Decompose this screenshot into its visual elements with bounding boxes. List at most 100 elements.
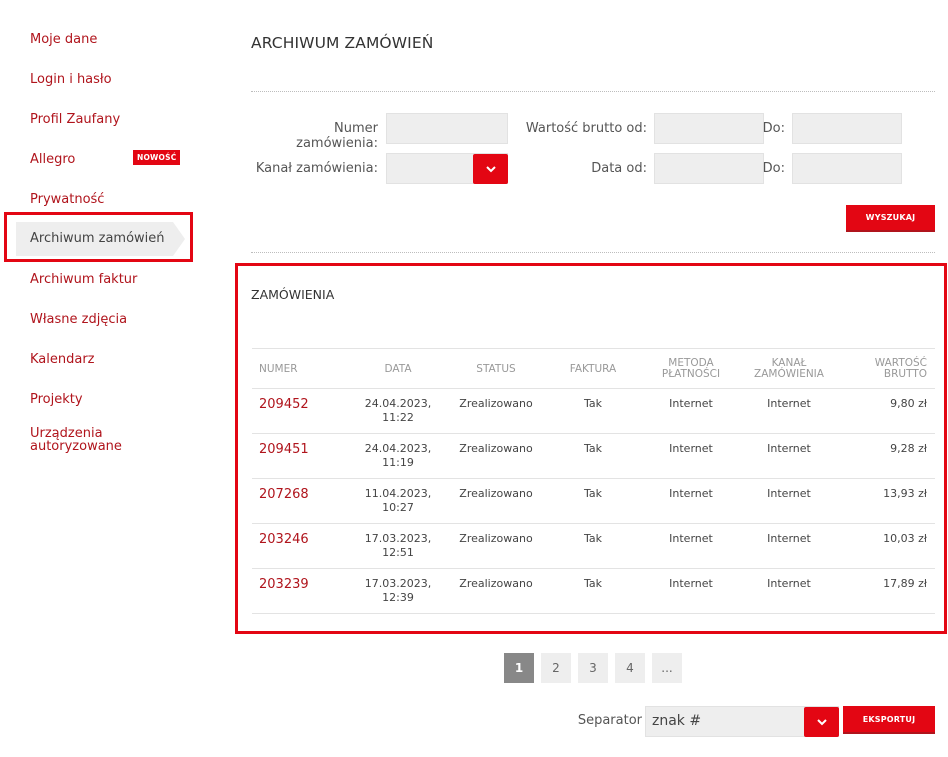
divider [251, 252, 935, 253]
column-header-date: DATA [384, 363, 412, 375]
order-status: Zrealizowano [459, 397, 533, 410]
order-gross: 9,28 zł [890, 442, 927, 455]
order-date-day: 24.04.2023, [364, 442, 432, 455]
order-date: 17.03.2023, 12:51 [360, 532, 436, 560]
separator-dropdown-button[interactable] [804, 707, 839, 737]
separator-label: Separator [577, 713, 642, 728]
page-button-2[interactable]: 2 [541, 653, 571, 683]
order-date: 11.04.2023, 10:27 [360, 487, 436, 515]
column-header-channel: KANAŁ ZAMÓWIENIA [748, 358, 830, 380]
order-gross: 17,89 zł [883, 577, 927, 590]
order-date-time: 12:51 [382, 546, 414, 559]
sidebar-item-allegro[interactable]: Allegro [30, 152, 75, 167]
order-status: Zrealizowano [459, 532, 533, 545]
order-date-time: 11:19 [382, 456, 414, 469]
order-status: Zrealizowano [459, 577, 533, 590]
order-number-link[interactable]: 207268 [259, 487, 309, 502]
sidebar-item-kalendarz[interactable]: Kalendarz [30, 352, 95, 367]
order-payment: Internet [669, 487, 713, 500]
new-badge: NOWOŚĆ [133, 150, 181, 165]
column-header-number: NUMER [259, 363, 298, 375]
order-date: 17.03.2023, 12:39 [360, 577, 436, 605]
order-date: 24.04.2023, 11:19 [360, 442, 436, 470]
page-button-more[interactable]: ... [652, 653, 682, 683]
order-invoice: Tak [583, 487, 602, 500]
table-divider [252, 568, 935, 569]
sidebar-item-moje-dane[interactable]: Moje dane [30, 32, 97, 47]
sidebar-item-wlasne-zdjecia[interactable]: Własne zdjęcia [30, 312, 127, 327]
page-button-3[interactable]: 3 [578, 653, 608, 683]
order-invoice: Tak [583, 532, 602, 545]
order-date: 24.04.2023, 11:22 [360, 397, 436, 425]
order-date-time: 10:27 [382, 501, 414, 514]
order-channel: Internet [767, 397, 811, 410]
order-gross: 13,93 zł [883, 487, 927, 500]
order-channel: Internet [767, 532, 811, 545]
gross-from-input[interactable] [654, 113, 764, 144]
order-invoice: Tak [583, 397, 602, 410]
column-header-channel-line2: ZAMÓWIENIA [754, 368, 824, 380]
order-invoice: Tak [583, 442, 602, 455]
order-payment: Internet [669, 577, 713, 590]
sidebar-item-archiwum-zamowien[interactable]: Archiwum zamówień [16, 222, 185, 256]
search-button[interactable]: WYSZUKAJ [846, 205, 935, 232]
order-number-link[interactable]: 203239 [259, 577, 309, 592]
order-gross: 10,03 zł [883, 532, 927, 545]
channel-dropdown-button[interactable] [473, 154, 508, 184]
column-header-payment: METODA PŁATNOŚCI [654, 358, 728, 380]
table-divider [252, 478, 935, 479]
order-date-day: 11.04.2023, [364, 487, 432, 500]
page-button-1[interactable]: 1 [504, 653, 534, 683]
order-channel: Internet [767, 487, 811, 500]
chevron-down-icon [816, 719, 827, 726]
date-to-input[interactable] [792, 153, 902, 184]
table-divider [252, 613, 935, 614]
sidebar-item-profil-zaufany[interactable]: Profil Zaufany [30, 112, 120, 127]
table-divider [252, 433, 935, 434]
column-header-gross-line2: BRUTTO [883, 368, 927, 380]
date-from-input[interactable] [654, 153, 764, 184]
sidebar-item-urzadzenia-autoryzowane[interactable]: Urządzenia autoryzowane [30, 427, 180, 453]
gross-to-label: Do: [762, 121, 785, 136]
sidebar-item-projekty[interactable]: Projekty [30, 392, 83, 407]
order-status: Zrealizowano [459, 487, 533, 500]
order-date-day: 17.03.2023, [364, 577, 432, 590]
table-divider [252, 388, 935, 389]
order-date-time: 12:39 [382, 591, 414, 604]
gross-to-input[interactable] [792, 113, 902, 144]
sidebar-item-login-i-haslo[interactable]: Login i hasło [30, 72, 112, 87]
order-date-time: 11:22 [382, 411, 414, 424]
page-button-4[interactable]: 4 [615, 653, 645, 683]
order-date-day: 24.04.2023, [364, 397, 432, 410]
table-divider [252, 348, 935, 349]
sidebar-item-archiwum-faktur[interactable]: Archiwum faktur [30, 272, 137, 287]
order-payment: Internet [669, 397, 713, 410]
page-title: ARCHIWUM ZAMÓWIEŃ [251, 34, 434, 52]
channel-label: Kanał zamówienia: [255, 161, 378, 176]
order-date-day: 17.03.2023, [364, 532, 432, 545]
order-number-link[interactable]: 209451 [259, 442, 309, 457]
column-header-payment-line2: PŁATNOŚCI [661, 368, 721, 380]
order-channel: Internet [767, 577, 811, 590]
chevron-down-icon [485, 166, 496, 173]
date-from-label: Data od: [591, 161, 647, 176]
divider [251, 91, 935, 92]
order-gross: 9,80 zł [890, 397, 927, 410]
gross-from-label: Wartość brutto od: [525, 121, 647, 136]
order-invoice: Tak [583, 577, 602, 590]
order-number-label: Numer zamówienia: [296, 121, 378, 151]
date-to-label: Do: [762, 161, 785, 176]
order-payment: Internet [669, 442, 713, 455]
column-header-gross: WARTOŚĆ BRUTTO [860, 358, 927, 380]
orders-title: ZAMÓWIENIA [251, 287, 335, 302]
table-divider [252, 523, 935, 524]
column-header-status: STATUS [476, 363, 516, 375]
order-number-input[interactable] [386, 113, 508, 144]
order-status: Zrealizowano [459, 442, 533, 455]
export-button[interactable]: EKSPORTUJ [843, 706, 935, 734]
sidebar-item-prywatnosc[interactable]: Prywatność [30, 192, 104, 207]
order-number-link[interactable]: 209452 [259, 397, 309, 412]
column-header-invoice: FAKTURA [569, 363, 617, 375]
order-payment: Internet [669, 532, 713, 545]
order-number-link[interactable]: 203246 [259, 532, 309, 547]
